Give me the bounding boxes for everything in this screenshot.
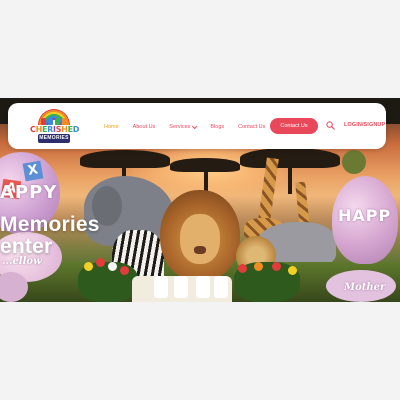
nav-home-label: Home: [104, 124, 119, 130]
gift-bag: [214, 276, 228, 298]
kid-figure: [41, 118, 46, 125]
page: X A APPY HAPP ...ellow Mother Memories e…: [0, 0, 400, 400]
nav-blogs[interactable]: Blogs: [210, 124, 224, 130]
flower: [254, 262, 263, 271]
brand-logo[interactable]: CHERISHED MEMORIES: [30, 107, 80, 145]
toy-block-x: X: [22, 160, 44, 182]
nav-blogs-label: Blogs: [210, 124, 225, 130]
kid-figure: [62, 118, 67, 125]
main-nav: Home About Us Services Blogs Contact Us: [104, 122, 279, 132]
gift-bag: [174, 276, 188, 298]
hero-title: Memories enter: [0, 214, 100, 258]
flower: [84, 262, 93, 271]
flower: [238, 264, 247, 273]
balloon-right-small-text: Mother: [344, 282, 386, 293]
logo-letter: D: [72, 125, 80, 134]
lion-nose: [194, 246, 206, 254]
nav-services[interactable]: Services: [169, 123, 198, 130]
search-icon[interactable]: [326, 121, 335, 130]
kid-figure: [48, 118, 53, 125]
nav-about-us-label: About Us: [132, 124, 156, 130]
logo-subword: MEMORIES: [38, 134, 70, 143]
tree-silhouette: [240, 148, 340, 168]
logo-wordmark: CHERISHED: [30, 125, 80, 134]
nav-home[interactable]: Home: [104, 124, 119, 130]
lion-face: [180, 214, 220, 264]
hero-title-line1: Memories: [0, 213, 100, 236]
nav-services-label: Services: [169, 124, 191, 130]
balloon-left-text: APPY: [0, 182, 58, 203]
site-header: CHERISHED MEMORIES Home About Us Service…: [8, 103, 386, 149]
chevron-down-icon: [192, 123, 198, 130]
flower: [96, 258, 105, 267]
nav-about-us[interactable]: About Us: [133, 124, 156, 130]
flower: [272, 262, 281, 271]
gift-bag: [196, 276, 210, 298]
flower: [120, 266, 129, 275]
balloon-right-green: [342, 150, 366, 174]
nav-contact-us[interactable]: Contact Us: [238, 124, 265, 130]
hero-title-line2: enter: [0, 235, 53, 258]
flower: [288, 266, 297, 275]
nav-contact-us-label: Contact Us: [238, 124, 266, 130]
flower: [108, 262, 117, 271]
kid-figure: [55, 118, 60, 125]
balloon-right-text: HAPP: [338, 206, 392, 225]
login-signup-link[interactable]: LOGIN/SIGNUP: [344, 122, 385, 128]
gift-bag: [154, 276, 168, 298]
tree-trunk: [288, 166, 292, 194]
kids-icon: [41, 118, 67, 125]
contact-us-button[interactable]: Contact Us: [270, 118, 318, 134]
